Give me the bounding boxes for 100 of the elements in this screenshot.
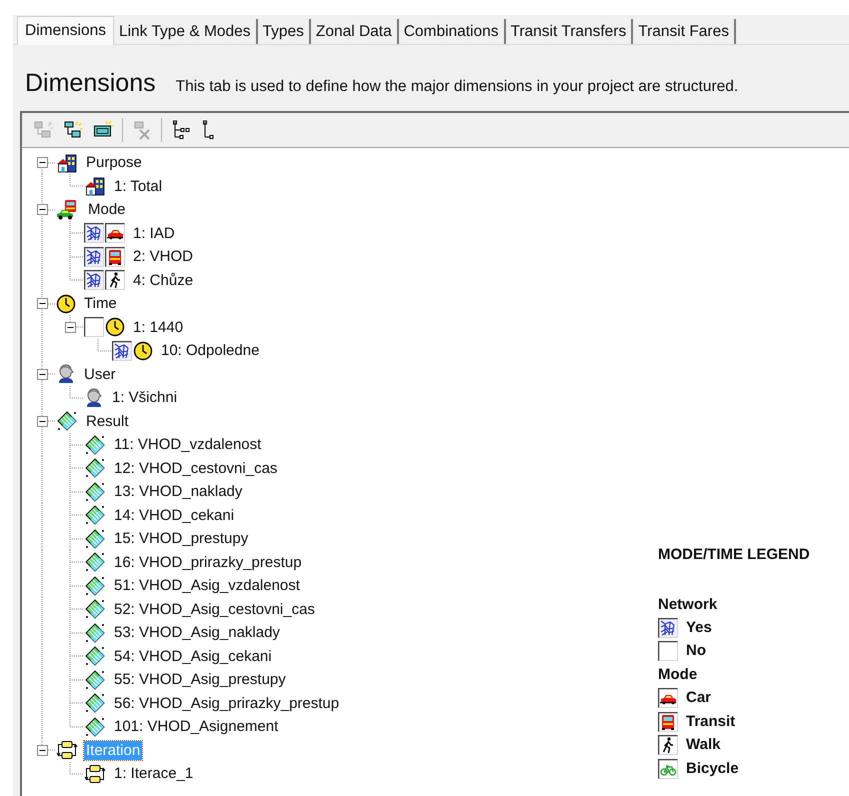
house-building-icon xyxy=(84,176,106,196)
tree-item[interactable]: 11: VHOD_vzdalenost xyxy=(112,435,264,454)
tab[interactable]: Types xyxy=(258,19,311,44)
tree-item[interactable]: 51: VHOD_Asig_vzdalenost xyxy=(112,576,302,596)
clock-icon xyxy=(56,294,76,314)
tree-item[interactable]: 1: Total xyxy=(112,176,164,196)
legend-title: MODE/TIME LEGEND xyxy=(658,545,810,565)
tree-line xyxy=(70,597,84,622)
tab[interactable]: Combinations xyxy=(398,19,506,44)
tree-line xyxy=(70,550,84,574)
loop-icon xyxy=(84,764,106,784)
diamond-icon xyxy=(84,528,106,550)
house-building-icon xyxy=(56,152,78,173)
legend-label: Yes xyxy=(686,618,712,638)
diamond-icon xyxy=(84,668,106,691)
car-icon xyxy=(658,688,678,708)
tree-item[interactable]: Mode xyxy=(86,200,128,220)
tree-line xyxy=(70,480,84,504)
clock-icon xyxy=(133,340,153,361)
bicycle-icon xyxy=(658,758,678,779)
network-icon xyxy=(658,618,678,638)
tree-item[interactable]: 15: VHOD_prestupy xyxy=(112,529,250,548)
diamond-icon xyxy=(84,716,106,738)
collapse-toggle[interactable] xyxy=(36,368,48,380)
tab[interactable]: Zonal Data xyxy=(310,19,399,44)
tree-line xyxy=(70,762,84,774)
diamond-icon xyxy=(84,551,106,574)
bus-icon xyxy=(105,246,125,267)
tree-item[interactable]: 1: Iterace_1 xyxy=(112,764,196,784)
tree-item[interactable]: 56: VHOD_Asig_prirazky_prestup xyxy=(112,694,342,713)
collapse-toggle[interactable] xyxy=(36,204,48,216)
empty-box-icon xyxy=(658,641,678,662)
diamond-icon xyxy=(84,574,106,597)
tree-item[interactable]: 54: VHOD_Asig_cekani xyxy=(112,646,274,666)
diamond-icon xyxy=(84,692,106,714)
tree-item[interactable]: 1: Všichni xyxy=(110,388,180,408)
toolbar-button[interactable] xyxy=(170,119,192,141)
car-icon xyxy=(105,223,125,244)
tree-item[interactable]: 16: VHOD_prirazky_prestup xyxy=(112,552,304,572)
legend-heading: Mode xyxy=(658,665,698,685)
tree-line xyxy=(70,386,84,398)
tree-item[interactable]: 12: VHOD_cestovni_cas xyxy=(112,458,280,478)
tree-item[interactable]: Purpose xyxy=(84,153,144,172)
diamond-icon xyxy=(56,410,78,432)
diamond-icon xyxy=(84,457,106,480)
tree-item[interactable]: 10: Odpoledne xyxy=(159,341,262,360)
legend-label: Bicycle xyxy=(686,758,739,778)
tree-line xyxy=(70,432,84,457)
tree-line xyxy=(70,620,84,645)
tree-line xyxy=(70,503,84,528)
tree-item[interactable]: 55: VHOD_Asig_prestupy xyxy=(112,670,288,690)
tree-line xyxy=(70,456,84,480)
tree-item[interactable]: 53: VHOD_Asig_naklady xyxy=(112,623,282,642)
tree-item[interactable]: 101: VHOD_Asignement xyxy=(112,717,280,736)
tree-item[interactable]: 13: VHOD_naklady xyxy=(112,482,244,502)
head-icon xyxy=(56,363,76,386)
diamond-icon xyxy=(84,480,106,503)
tab[interactable]: Link Type & Modes xyxy=(114,19,258,44)
bus-icon xyxy=(658,712,678,732)
loop-icon xyxy=(56,740,78,760)
section-title: Dimensions xyxy=(25,68,156,99)
tree-line xyxy=(70,221,84,246)
tree-item[interactable]: 52: VHOD_Asig_cestovni_cas xyxy=(112,600,317,619)
collapse-toggle[interactable] xyxy=(36,744,48,756)
tree-item[interactable]: 1: 1440 xyxy=(131,318,186,337)
tree-item[interactable]: User xyxy=(82,364,118,384)
tab[interactable]: Dimensions xyxy=(17,16,114,45)
collapse-toggle[interactable] xyxy=(36,157,48,168)
tree-item[interactable]: 1: IAD xyxy=(131,224,177,243)
tree-line xyxy=(70,574,84,598)
legend-label: Car xyxy=(686,688,712,708)
collapse-toggle[interactable] xyxy=(36,298,48,310)
section-description: This tab is used to define how the major dimensions in your project are structured. xyxy=(176,77,738,97)
tree-item[interactable]: Result xyxy=(84,412,131,431)
clock-icon xyxy=(105,317,125,338)
tree-item[interactable]: 2: VHOD xyxy=(131,247,196,266)
collapse-toggle[interactable] xyxy=(64,322,76,333)
diamond-icon xyxy=(84,598,106,620)
tab[interactable]: Transit Fares xyxy=(633,19,736,44)
collapse-toggle[interactable] xyxy=(36,416,48,427)
tree-item[interactable]: 4: Chůze xyxy=(131,270,196,290)
tree-line xyxy=(70,668,84,692)
legend-label: Walk xyxy=(686,735,720,755)
diamond-icon xyxy=(84,504,106,526)
tree-line xyxy=(70,174,84,187)
walking-person-icon xyxy=(658,735,678,756)
tree-line xyxy=(98,338,112,352)
tree-line xyxy=(70,644,84,668)
legend-heading: Network xyxy=(658,594,718,614)
tree-line xyxy=(70,315,84,328)
tree-item[interactable]: Time xyxy=(82,294,119,314)
tree-line xyxy=(70,526,84,551)
tab[interactable]: Transit Transfers xyxy=(506,19,634,44)
legend-label: No xyxy=(686,641,706,661)
head-icon xyxy=(84,386,104,409)
diamond-icon xyxy=(84,645,106,668)
tree-item[interactable]: 14: VHOD_cekani xyxy=(112,506,236,525)
walking-person-icon xyxy=(105,270,125,290)
diamond-icon xyxy=(84,622,106,644)
legend-label: Transit xyxy=(686,712,736,732)
